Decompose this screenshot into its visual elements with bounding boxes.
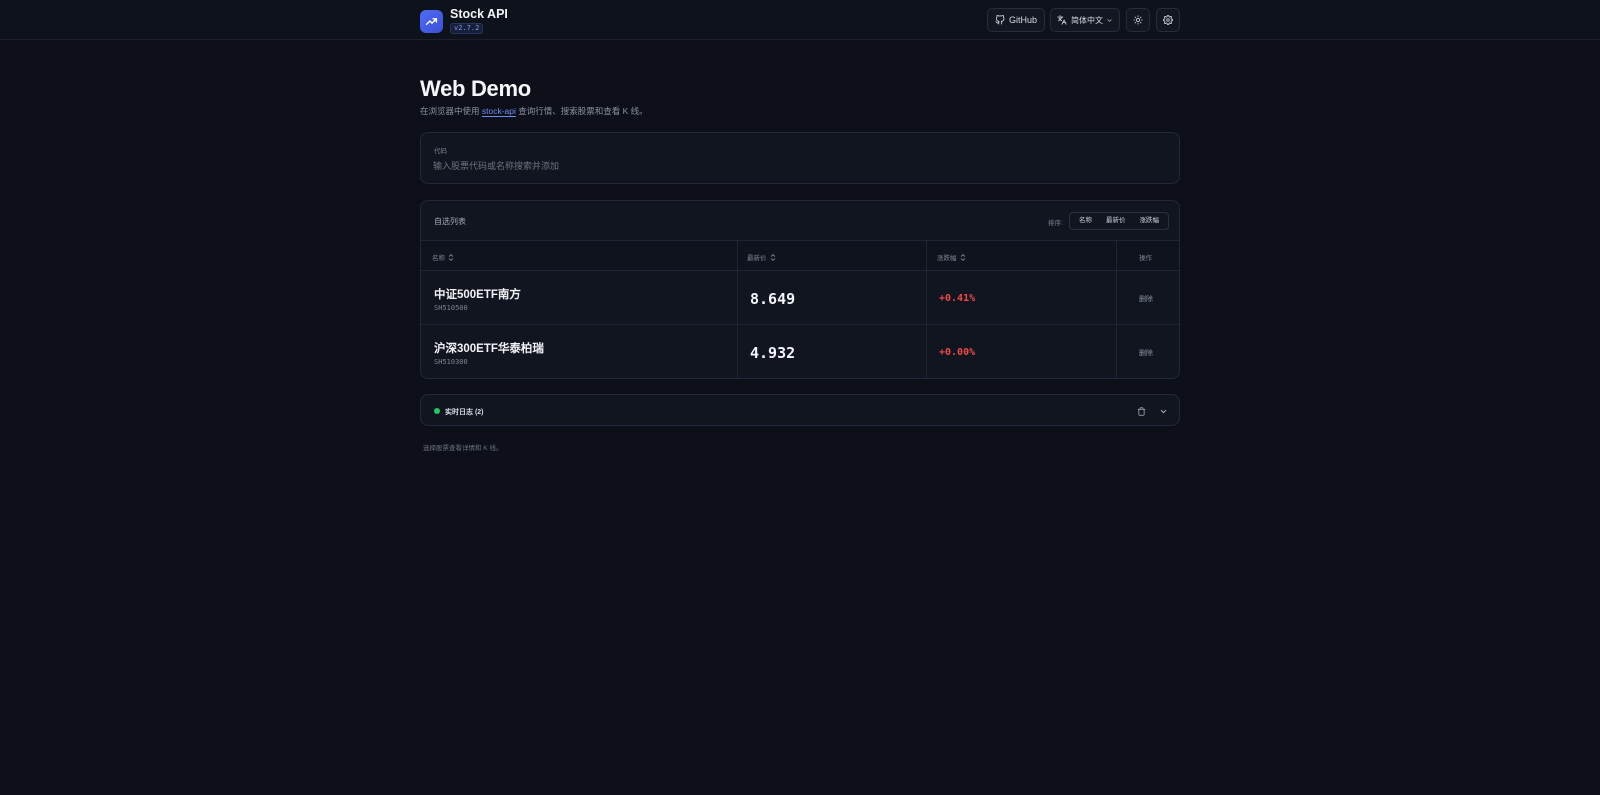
log-title: 实时日志 (2): [445, 409, 484, 416]
settings-button[interactable]: [1156, 8, 1180, 32]
sort-icon: [448, 253, 454, 261]
stock-change: +0.00%: [939, 347, 976, 358]
column-header-change[interactable]: 涨跌幅: [937, 252, 966, 262]
delete-button[interactable]: 删除: [1139, 294, 1153, 304]
delete-button[interactable]: 删除: [1139, 348, 1153, 358]
status-dot-icon: [434, 408, 440, 414]
subtitle-suffix: 查询行情、搜索股票和查看 K 线。: [518, 106, 648, 116]
stock-price: 4.932: [750, 344, 796, 362]
stock-name: 沪深300ETF华泰柏瑞: [434, 343, 544, 355]
sort-options: 名称 最新价 涨跌幅: [1069, 212, 1169, 230]
github-icon: [995, 15, 1005, 25]
column-header-name[interactable]: 名称: [432, 252, 454, 262]
version-badge: v2.7.2: [450, 23, 484, 34]
watchlist-card: 自选列表 排序: 名称 最新价 涨跌幅 名称 最新价 涨跌幅 操作 中证500E…: [420, 200, 1180, 379]
stock-code: SH510500: [434, 304, 468, 312]
subtitle-prefix: 在浏览器中使用: [420, 106, 480, 116]
github-button[interactable]: GitHub: [987, 8, 1045, 32]
translate-icon: [1057, 15, 1067, 25]
expand-log-button[interactable]: [1157, 405, 1169, 417]
search-card: 代码: [420, 132, 1180, 184]
column-header-price[interactable]: 最新价: [747, 252, 776, 262]
trash-icon: [1137, 406, 1145, 416]
table-row[interactable]: 中证500ETF南方 SH510500 8.649 +0.41% 删除: [421, 271, 1179, 325]
clear-log-button[interactable]: [1135, 405, 1147, 417]
theme-toggle-button[interactable]: [1126, 8, 1150, 32]
watchlist-title: 自选列表: [434, 217, 466, 226]
chevron-down-icon: [1160, 409, 1166, 413]
sort-by-name-button[interactable]: 名称: [1072, 213, 1099, 229]
brand[interactable]: Stock API v2.7.2: [420, 8, 508, 34]
sun-icon: [1133, 15, 1143, 25]
search-input[interactable]: [433, 157, 1153, 175]
table-row[interactable]: 沪深300ETF华泰柏瑞 SH510300 4.932 +0.00% 删除: [421, 325, 1179, 378]
gear-icon: [1163, 15, 1173, 25]
page-title: Web Demo: [420, 76, 531, 101]
search-label: 代码: [434, 148, 447, 155]
language-select[interactable]: 简体中文: [1050, 8, 1120, 32]
sort-icon: [770, 253, 775, 261]
stock-change: +0.41%: [939, 293, 976, 304]
stock-code: SH510300: [434, 358, 468, 366]
sort-by-change-button[interactable]: 涨跌幅: [1133, 213, 1167, 229]
column-header-action: 操作: [1139, 255, 1152, 262]
top-bar: Stock API v2.7.2 GitHub 简体中文: [0, 0, 1600, 40]
stock-price: 8.649: [750, 290, 796, 308]
github-label: GitHub: [1008, 15, 1037, 25]
realtime-log-panel[interactable]: 实时日志 (2): [420, 394, 1180, 426]
page-subtitle: 在浏览器中使用 stock-api 查询行情、搜索股票和查看 K 线。: [420, 105, 648, 117]
stock-name: 中证500ETF南方: [434, 289, 521, 301]
sort-by-price-button[interactable]: 最新价: [1099, 213, 1133, 229]
app-title: Stock API: [450, 7, 508, 21]
table-header: 名称 最新价 涨跌幅 操作: [421, 241, 1179, 271]
sort-label: 排序:: [1048, 220, 1063, 227]
watchlist-header: 自选列表 排序: 名称 最新价 涨跌幅: [421, 201, 1179, 241]
chevron-down-icon: [1107, 18, 1112, 22]
sort-icon: [960, 253, 965, 261]
stock-api-link[interactable]: stock-api: [482, 106, 516, 116]
footer-hint: 选择股票查看详情和 K 线。: [423, 445, 503, 452]
language-label: 简体中文: [1071, 15, 1103, 25]
trending-up-icon: [420, 9, 443, 33]
